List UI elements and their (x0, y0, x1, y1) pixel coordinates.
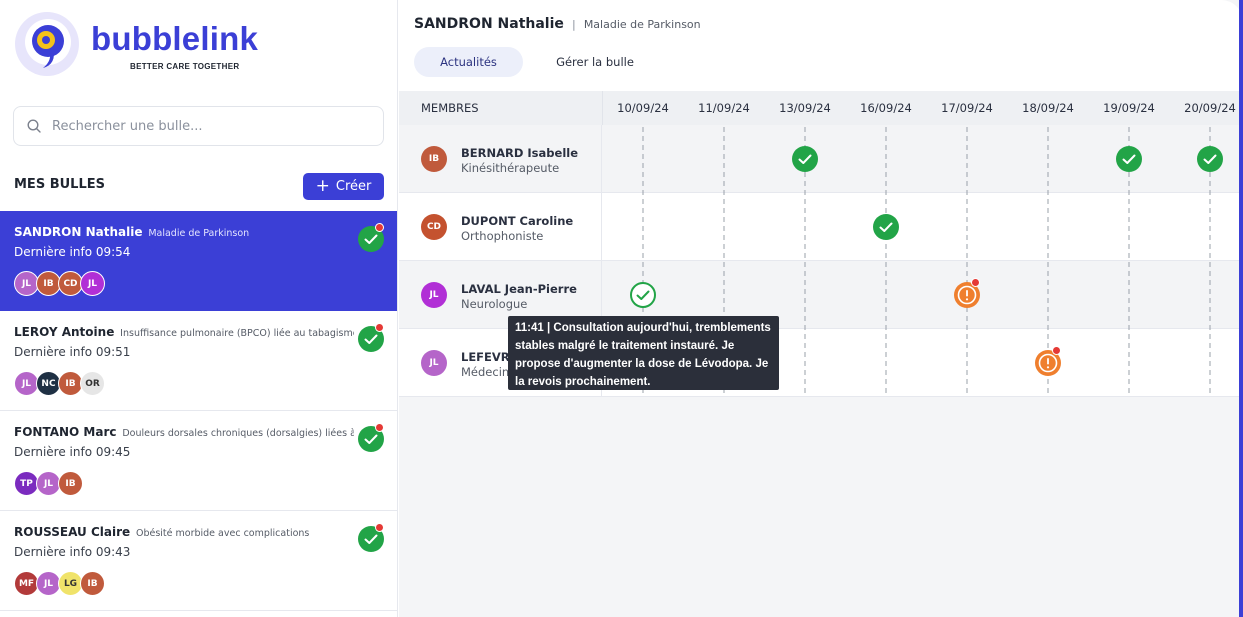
bubble-last-info: Dernière info 09:54 (14, 245, 131, 259)
header-divider (602, 91, 603, 125)
bubblelink-logo-icon (15, 12, 79, 76)
create-bubble-button[interactable]: + Créer (303, 173, 384, 200)
check-event-icon[interactable] (872, 213, 900, 241)
my-bubbles-title: MES BULLES (14, 177, 105, 192)
search-input[interactable] (52, 115, 372, 137)
date-column-header: 13/09/24 (775, 91, 835, 125)
bubble-header: SANDRON Nathalie | Maladie de Parkinson … (399, 0, 1243, 91)
bubble-item[interactable]: LEROY Antoine Insuffisance pulmonaire (B… (0, 311, 397, 411)
bubble-heading: SANDRON Nathalie Maladie de Parkinson (14, 225, 354, 239)
alert-event-icon[interactable] (1034, 346, 1062, 377)
check-event-icon[interactable] (1196, 145, 1224, 173)
member-role: Médecin (461, 365, 510, 379)
avatar: JL (421, 282, 447, 308)
check-event-icon[interactable] (791, 145, 819, 173)
bubble-patient-name: LEROY Antoine (14, 325, 115, 339)
member-role: Neurologue (461, 297, 528, 311)
bubble-heading: LEROY Antoine Insuffisance pulmonaire (B… (14, 325, 354, 339)
bubble-item[interactable]: ROUSSEAU Claire Obésité morbide avec com… (0, 511, 397, 611)
check-event-icon[interactable] (629, 281, 657, 309)
bubble-condition: Insuffisance pulmonaire (BPCO) liée au t… (120, 328, 354, 339)
event-tooltip: 11:41 | Consultation aujourd'hui, trembl… (508, 316, 779, 390)
alert-event-icon[interactable] (953, 278, 981, 309)
app-window: bubblelink BETTER CARE TOGETHER MES BULL… (0, 0, 1243, 617)
status-check-icon (357, 223, 385, 253)
avatar: IB (80, 571, 105, 596)
member-role: Orthophoniste (461, 229, 544, 243)
bubble-patient-name: SANDRON Nathalie (14, 225, 143, 239)
tab-actualites[interactable]: Actualités (414, 47, 523, 77)
search-box[interactable] (13, 106, 384, 146)
bubble-heading: FONTANO Marc Douleurs dorsales chronique… (14, 425, 354, 439)
member-role: Kinésithérapeute (461, 161, 560, 175)
member-row: IB BERNARD Isabelle Kinésithérapeute (399, 125, 1239, 193)
avatar: JL (80, 271, 105, 296)
bubble-members: JL NC IB OR (14, 371, 105, 396)
bubble-members: JL IB CD JL (14, 271, 105, 296)
bubble-condition: Douleurs dorsales chroniques (dorsalgies… (122, 428, 354, 439)
search-icon (27, 119, 41, 133)
member-cell[interactable]: CD DUPONT Caroline Orthophoniste (399, 193, 602, 261)
date-column-header: 19/09/24 (1099, 91, 1159, 125)
brand-logo[interactable]: bubblelink BETTER CARE TOGETHER (13, 10, 258, 78)
member-name: DUPONT Caroline (461, 214, 574, 228)
avatar: IB (58, 471, 83, 496)
avatar: IB (421, 146, 447, 172)
unread-indicator (1052, 346, 1061, 355)
status-check-icon (357, 323, 385, 353)
patient-separator: | (572, 18, 576, 31)
member-row: CD DUPONT Caroline Orthophoniste (399, 193, 1239, 261)
bubble-last-info: Dernière info 09:43 (14, 545, 131, 559)
unread-indicator (375, 323, 384, 332)
member-name: LAVAL Jean-Pierre (461, 282, 577, 296)
date-column-header: 10/09/24 (613, 91, 673, 125)
members-column-header: MEMBRES (421, 91, 479, 125)
brand-tagline: BETTER CARE TOGETHER (130, 62, 240, 71)
date-column-header: 11/09/24 (694, 91, 754, 125)
date-column-header: 17/09/24 (937, 91, 997, 125)
date-column-header: 20/09/24 (1180, 91, 1240, 125)
unread-indicator (375, 523, 384, 532)
unread-indicator (971, 278, 980, 287)
create-button-label: Créer (335, 179, 372, 194)
main-panel: SANDRON Nathalie | Maladie de Parkinson … (399, 0, 1243, 617)
patient-condition: Maladie de Parkinson (583, 18, 701, 31)
tab-gerer-la-bulle[interactable]: Gérer la bulle (541, 47, 649, 77)
date-column-header: 18/09/24 (1018, 91, 1078, 125)
bubble-item[interactable]: FONTANO Marc Douleurs dorsales chronique… (0, 411, 397, 511)
bubble-last-info: Dernière info 09:45 (14, 445, 131, 459)
unread-indicator (375, 223, 384, 232)
bubble-last-info: Dernière info 09:51 (14, 345, 131, 359)
bubble-condition: Obésité morbide avec complications (135, 528, 310, 539)
bubble-members: MF JL LG IB (14, 571, 105, 596)
bubble-list: SANDRON Nathalie Maladie de Parkinson Der… (0, 211, 397, 611)
unread-indicator (375, 423, 384, 432)
avatar: JL (421, 350, 447, 376)
member-cell[interactable]: IB BERNARD Isabelle Kinésithérapeute (399, 125, 602, 193)
bubble-heading: ROUSSEAU Claire Obésité morbide avec com… (14, 525, 354, 539)
plus-icon: + (315, 175, 330, 196)
window-edge (1239, 0, 1243, 617)
date-column-header: 16/09/24 (856, 91, 916, 125)
avatar: OR (80, 371, 105, 396)
sidebar: bubblelink BETTER CARE TOGETHER MES BULL… (0, 0, 398, 617)
status-check-icon (357, 423, 385, 453)
member-name: BERNARD Isabelle (461, 146, 579, 160)
patient-heading: SANDRON Nathalie | Maladie de Parkinson (414, 13, 701, 32)
bubble-item[interactable]: SANDRON Nathalie Maladie de Parkinson Der… (0, 211, 397, 311)
brand-name: bubblelink (91, 20, 258, 57)
bubble-condition: Maladie de Parkinson (148, 228, 250, 239)
patient-name: SANDRON Nathalie (414, 16, 564, 32)
bubble-members: TP JL IB (14, 471, 83, 496)
status-check-icon (357, 523, 385, 553)
bubble-patient-name: FONTANO Marc (14, 425, 117, 439)
check-event-icon[interactable] (1115, 145, 1143, 173)
avatar: CD (421, 214, 447, 240)
bubble-patient-name: ROUSSEAU Claire (14, 525, 131, 539)
